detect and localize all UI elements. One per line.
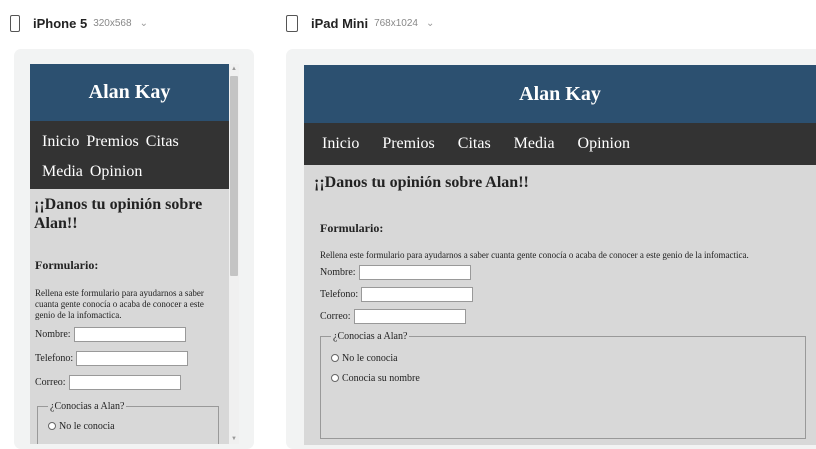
nav-link-citas[interactable]: Citas [146,127,179,157]
tablet-icon [286,14,298,32]
radio-label: No le conocia [59,420,115,432]
radio-label: No le conocia [342,352,398,364]
radio-label: Conocia su nombre [342,372,420,384]
site-nav: Inicio Premios Citas Media Opinion [30,121,229,189]
name-field-row: Nombre: [304,261,816,283]
chevron-down-icon[interactable]: ⌄ [140,18,148,29]
email-label: Correo: [35,376,66,388]
name-input[interactable] [358,264,471,280]
nav-link-inicio[interactable]: Inicio [322,135,359,152]
phone-input[interactable] [76,350,189,366]
site-title: Alan Kay [30,64,229,121]
radio-button-icon[interactable] [331,354,339,362]
nav-link-citas[interactable]: Citas [458,135,491,152]
device-name: iPhone 5 [33,15,88,31]
fieldset-legend: ¿Conocias a Alan? [333,331,408,342]
email-input[interactable] [68,374,181,390]
page-heading: ¡¡Danos tu opinión sobre Alan!! [314,174,529,191]
nav-link-opinion[interactable]: Opinion [578,135,630,152]
nav-link-opinion[interactable]: Opinion [90,157,142,187]
form-title: Formulario: [320,221,384,235]
phone-label: Telefono: [320,288,359,300]
page-heading: ¡¡Danos tu opinión sobre Alan!! [34,196,203,232]
email-field-row: Correo: [30,371,229,393]
site-nav: Inicio Premios Citas Media Opinion [304,123,816,165]
phone-field-row: Telefono: [304,283,816,305]
device-selector-tablet[interactable]: iPad Mini 768x1024 ⌄ [286,12,434,34]
name-label: Nombre: [320,266,356,278]
radio-option[interactable]: No le conocia [331,348,795,368]
phone-field-row: Telefono: [30,347,229,369]
phone-screen: Alan Kay Inicio Premios CitasMedia Opinion … [30,64,229,444]
nav-link-inicio[interactable]: Inicio [42,127,79,157]
phone-icon [10,14,20,32]
know-alan-fieldset: ¿Conocias a Alan? No le conocia [37,401,219,444]
phone-frame: Alan Kay Inicio Premios CitasMedia Opinion … [14,49,254,449]
phone-label: Telefono: [35,352,74,364]
scroll-down-arrow-icon[interactable]: ▼ [229,434,239,444]
device-size: 320x568 [93,17,132,29]
nav-link-media[interactable]: Media [514,135,555,152]
radio-button-icon[interactable] [331,374,339,382]
device-name: iPad Mini [311,15,369,31]
know-alan-fieldset: ¿Conocias a Alan? No le conocia Conocia … [320,331,806,439]
tablet-screen: Alan Kay Inicio Premios Citas Media Opin… [304,65,816,445]
form-title: Formulario: [35,258,99,272]
radio-option[interactable]: Conocia su nombre [331,368,795,388]
scrollbar[interactable]: ▲ ▼ [229,64,239,444]
chevron-down-icon[interactable]: ⌄ [426,18,434,29]
nav-link-premios[interactable]: Premios [382,135,434,152]
phone-input[interactable] [361,286,474,302]
form-description: Rellena este formulario para ayudarnos a… [320,250,749,260]
site-title: Alan Kay [304,65,816,123]
email-field-row: Correo: [304,305,816,327]
device-selector-phone[interactable]: iPhone 5 320x568 ⌄ [10,12,148,34]
email-input[interactable] [353,308,466,324]
scroll-up-arrow-icon[interactable]: ▲ [229,64,239,74]
nav-link-media[interactable]: Media [42,157,83,187]
name-field-row: Nombre: [30,323,229,345]
email-label: Correo: [320,310,351,322]
fieldset-legend: ¿Conocias a Alan? [50,401,125,412]
scroll-thumb[interactable] [230,76,238,276]
radio-option[interactable]: No le conocia [48,416,208,436]
radio-button-icon[interactable] [48,422,56,430]
nav-link-premios[interactable]: Premios [86,127,138,157]
device-size: 768x1024 [374,17,418,29]
form-description: Rellena este formulario para ayudarnos a… [35,288,204,320]
tablet-frame: Alan Kay Inicio Premios Citas Media Opin… [286,49,816,449]
name-label: Nombre: [35,328,71,340]
name-input[interactable] [73,326,186,342]
